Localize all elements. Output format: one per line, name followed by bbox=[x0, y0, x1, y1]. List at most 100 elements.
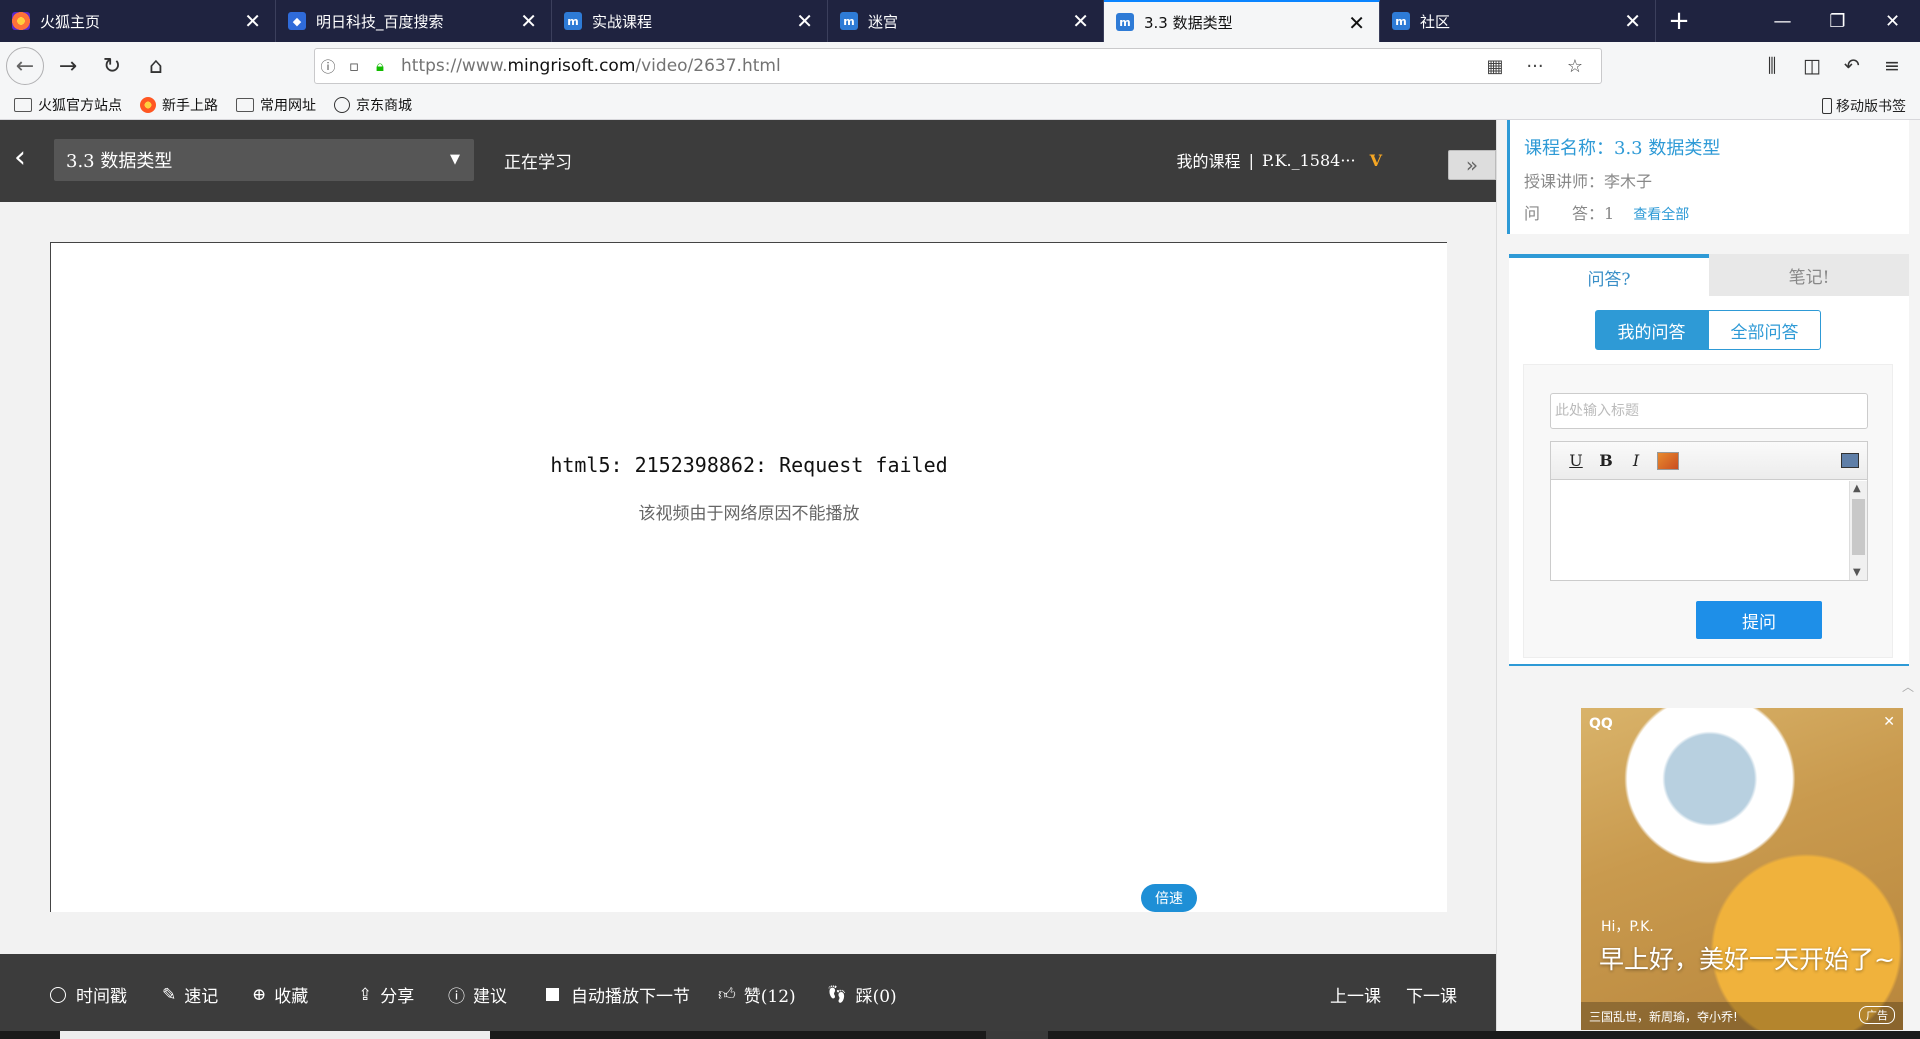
bold-icon[interactable]: B bbox=[1591, 451, 1621, 470]
mobile-bookmarks[interactable]: 移动版书签 bbox=[1822, 96, 1906, 116]
ask-button[interactable]: 提问 bbox=[1696, 601, 1822, 639]
undo-icon[interactable]: ↶ bbox=[1832, 46, 1872, 86]
mingrisoft-icon: m bbox=[564, 12, 582, 30]
tab-notes[interactable]: 笔记! bbox=[1709, 254, 1909, 296]
underline-icon[interactable]: U bbox=[1561, 451, 1591, 470]
tab-title: 社区 bbox=[1420, 12, 1451, 31]
mobile-icon bbox=[1822, 98, 1832, 114]
close-icon[interactable]: ✕ bbox=[1883, 714, 1895, 730]
page-actions-icon[interactable]: ··· bbox=[1515, 56, 1555, 77]
browser-tab-strip: 火狐主页 ✕ ◆ 明日科技_百度搜索 ✕ m 实战课程 ✕ m 迷宫 ✕ m 3… bbox=[0, 0, 1920, 42]
tab-firefox-home[interactable]: 火狐主页 ✕ bbox=[0, 0, 276, 42]
vip-icon: V bbox=[1369, 150, 1382, 170]
screenshot-icon[interactable] bbox=[1841, 453, 1859, 468]
url-path: /video/2637.html bbox=[635, 56, 781, 76]
close-icon[interactable]: ✕ bbox=[520, 9, 537, 33]
scroll-thumb[interactable] bbox=[1852, 499, 1865, 555]
editor-scrollbar[interactable]: ▲ ▼ bbox=[1849, 481, 1867, 580]
close-icon[interactable]: ✕ bbox=[1624, 9, 1641, 33]
view-all-link[interactable]: 查看全部 bbox=[1633, 207, 1689, 223]
bookmark-getting-started[interactable]: 新手上路 bbox=[140, 95, 218, 115]
prev-lesson-button[interactable]: 上一课 bbox=[1330, 982, 1381, 1007]
plus-circle-icon: ⊕ bbox=[252, 984, 267, 1005]
tab-qa[interactable]: 问答? bbox=[1509, 254, 1709, 296]
reload-button[interactable]: ↻ bbox=[92, 46, 132, 86]
advertisement[interactable]: QQ ✕ Hi，P.K. 早上好，美好一天开始了~ 三国乱世，新周瑜，夺小乔! … bbox=[1581, 708, 1903, 1030]
tab-title: 实战课程 bbox=[592, 12, 653, 31]
timestamp-button[interactable]: 时间戳 bbox=[50, 982, 127, 1007]
qq-logo: QQ bbox=[1589, 716, 1613, 732]
notes-button[interactable]: ✎ 速记 bbox=[162, 982, 219, 1008]
tab-courses[interactable]: m 实战课程 ✕ bbox=[552, 0, 828, 42]
button-label: 速记 bbox=[184, 987, 219, 1007]
lock-icon[interactable]: 🔒︎ bbox=[367, 57, 393, 75]
editor-toolbar: U B I bbox=[1551, 442, 1867, 480]
favorite-button[interactable]: ⊕ 收藏 bbox=[252, 982, 308, 1008]
tab-baidu[interactable]: ◆ 明日科技_百度搜索 ✕ bbox=[276, 0, 552, 42]
close-icon[interactable]: ✕ bbox=[796, 9, 813, 33]
menu-icon[interactable]: ≡ bbox=[1872, 46, 1912, 86]
tab-community[interactable]: m 社区 ✕ bbox=[1380, 0, 1656, 42]
rich-text-editor[interactable]: U B I ▲ ▼ bbox=[1550, 441, 1868, 581]
back-button[interactable]: ← bbox=[6, 47, 44, 85]
qa-count-row: 问 答：1 查看全部 bbox=[1524, 200, 1909, 224]
speed-button[interactable]: 倍速 bbox=[1141, 884, 1197, 912]
close-window-icon[interactable]: ✕ bbox=[1865, 0, 1920, 42]
close-icon[interactable]: ✕ bbox=[1348, 11, 1365, 35]
forward-button[interactable]: → bbox=[48, 46, 88, 86]
my-course-link[interactable]: 我的课程 bbox=[1177, 148, 1241, 172]
share-button[interactable]: ⇪ 分享 bbox=[358, 982, 414, 1008]
thumbs-up-icon: 👍︎ bbox=[718, 985, 736, 1005]
close-icon[interactable]: ✕ bbox=[1072, 9, 1089, 33]
lesson-select[interactable]: 3.3 数据类型 ▼ bbox=[54, 139, 474, 181]
button-label: 赞(12) bbox=[743, 987, 796, 1007]
bookmark-star-icon[interactable]: ☆ bbox=[1555, 56, 1595, 77]
tab-data-types[interactable]: m 3.3 数据类型 ✕ bbox=[1104, 0, 1380, 42]
dislike-button[interactable]: 👣︎ 踩(0) bbox=[826, 982, 897, 1008]
minimize-icon[interactable]: — bbox=[1755, 0, 1810, 42]
qa-section: 我的问答 全部问答 U B I ▲ ▼ bbox=[1509, 296, 1909, 666]
sidebar-icon[interactable]: ◫ bbox=[1792, 46, 1832, 86]
scroll-down-icon[interactable]: ▼ bbox=[1853, 567, 1861, 578]
bookmark-firefox-site[interactable]: 火狐官方站点 bbox=[14, 95, 122, 115]
divider: | bbox=[1248, 150, 1254, 170]
lesson-toolbar: 时间戳 ✎ 速记 ⊕ 收藏 ⇪ 分享 ⓘ 建议 自动播放下一节 👍︎ 赞(12)… bbox=[0, 954, 1496, 1039]
url-actions: ▦ ··· ☆ bbox=[1475, 49, 1595, 83]
home-button[interactable]: ⌂ bbox=[136, 46, 176, 86]
url-bar[interactable]: ⓘ ▫ 🔒︎ https://www.mingrisoft.com/video/… bbox=[314, 48, 1602, 84]
taskbar-item[interactable] bbox=[986, 1031, 1048, 1039]
italic-icon[interactable]: I bbox=[1621, 451, 1651, 470]
chevron-left-icon[interactable]: ‹ bbox=[14, 140, 26, 175]
library-icon[interactable]: ⫼ bbox=[1752, 46, 1792, 86]
my-questions-tab[interactable]: 我的问答 bbox=[1595, 310, 1708, 350]
username[interactable]: P.K._1584··· bbox=[1262, 151, 1356, 170]
globe-icon bbox=[334, 96, 350, 113]
info-circle-icon: ⓘ bbox=[448, 987, 465, 1007]
next-lesson-button[interactable]: 下一课 bbox=[1406, 982, 1457, 1007]
info-icon[interactable]: ⓘ bbox=[315, 56, 341, 77]
chevron-up-icon[interactable]: ︿ bbox=[1902, 678, 1914, 695]
image-icon[interactable] bbox=[1657, 451, 1679, 470]
scroll-up-icon[interactable]: ▲ bbox=[1853, 483, 1861, 494]
baidu-icon: ◆ bbox=[288, 12, 306, 30]
like-button[interactable]: 👍︎ 赞(12) bbox=[718, 982, 796, 1007]
question-title-input[interactable] bbox=[1550, 393, 1868, 429]
ad-headline: 早上好，美好一天开始了~ bbox=[1599, 945, 1895, 974]
autoplay-toggle[interactable]: 自动播放下一节 bbox=[546, 982, 690, 1007]
tab-maze[interactable]: m 迷宫 ✕ bbox=[828, 0, 1104, 42]
bookmark-jd[interactable]: 京东商城 bbox=[334, 95, 412, 115]
button-label: 自动播放下一节 bbox=[571, 987, 690, 1007]
permissions-icon[interactable]: ▫ bbox=[341, 57, 367, 75]
all-questions-tab[interactable]: 全部问答 bbox=[1708, 310, 1821, 350]
bookmark-common-sites[interactable]: 常用网址 bbox=[236, 95, 316, 115]
taskbar-item[interactable] bbox=[60, 1031, 490, 1039]
new-tab-button[interactable]: + bbox=[1656, 0, 1702, 42]
caret-down-icon: ▼ bbox=[450, 152, 460, 167]
collapse-panel-button[interactable]: » bbox=[1448, 150, 1496, 180]
restore-icon[interactable]: ❐ bbox=[1810, 0, 1865, 42]
url-text[interactable]: https://www.mingrisoft.com/video/2637.ht… bbox=[401, 56, 781, 76]
suggest-button[interactable]: ⓘ 建议 bbox=[448, 982, 507, 1007]
qr-code-icon[interactable]: ▦ bbox=[1475, 56, 1515, 77]
video-player[interactable]: html5: 2152398862: Request failed 该视频由于网… bbox=[50, 242, 1447, 912]
close-icon[interactable]: ✕ bbox=[244, 9, 261, 33]
